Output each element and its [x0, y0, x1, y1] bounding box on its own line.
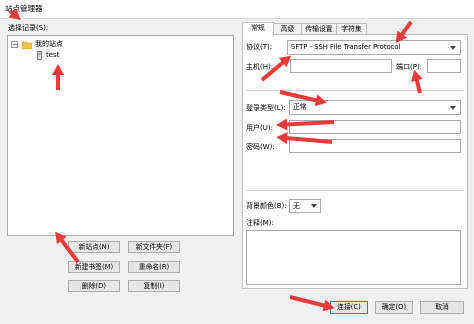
new-site-button[interactable]: 新站点(N) [68, 241, 120, 253]
chevron-down-icon [450, 106, 456, 110]
chevron-down-icon [450, 46, 456, 50]
cancel-button[interactable]: 取消 [420, 301, 464, 314]
user-input[interactable] [289, 120, 461, 134]
tree-item-test[interactable]: test [46, 51, 59, 60]
password-input[interactable] [289, 139, 461, 153]
collapse-toggle-icon[interactable]: − [11, 41, 18, 49]
tree-root-label[interactable]: 我的站点 [35, 40, 63, 49]
site-tree[interactable]: − 我的站点 test [7, 35, 234, 236]
password-label: 密码(W): [246, 143, 275, 151]
protocol-label: 协议(T): [246, 43, 273, 51]
logon-type-label: 登录类型(L): [246, 104, 286, 112]
bg-color-label: 背景颜色(B): [246, 202, 287, 210]
host-input[interactable] [290, 59, 392, 73]
title-bar: 站点管理器 [0, 0, 474, 18]
bg-color-value: 无 [293, 202, 300, 210]
folder-icon [21, 41, 33, 50]
logon-type-value: 正常 [293, 103, 307, 111]
chevron-down-icon [311, 204, 317, 208]
copy-button[interactable]: 复制(I) [128, 280, 180, 292]
connect-button[interactable]: 连接(C) [330, 301, 368, 314]
port-label: 端口(P): [396, 63, 423, 71]
server-icon [37, 51, 42, 60]
select-entry-label: 选择记录(S): [8, 24, 49, 32]
host-label: 主机(H): [246, 63, 274, 71]
comments-label: 注释(M): [246, 219, 274, 227]
new-folder-button[interactable]: 新文件夹(F) [128, 241, 180, 253]
delete-button[interactable]: 删除(D) [68, 280, 120, 292]
protocol-select[interactable]: SFTP - SSH File Transfer Protocol [287, 40, 461, 55]
user-label: 用户(U): [246, 124, 273, 132]
rename-button[interactable]: 重命名(R) [128, 261, 180, 273]
ok-button[interactable]: 确定(O) [375, 301, 413, 314]
port-input[interactable] [427, 59, 461, 73]
logon-type-select[interactable]: 正常 [289, 100, 461, 115]
divider [246, 90, 464, 91]
window-title: 站点管理器 [5, 4, 43, 13]
new-bookmark-button[interactable]: 新建书签(M) [68, 261, 120, 273]
divider [246, 190, 464, 191]
comments-textarea[interactable] [246, 230, 461, 285]
tab-bar: 常规 高级 传输设置 字符集 [242, 22, 468, 36]
protocol-value: SFTP - SSH File Transfer Protocol [291, 43, 401, 51]
bg-color-select[interactable]: 无 [289, 199, 321, 213]
tab-general[interactable]: 常规 [242, 22, 274, 36]
